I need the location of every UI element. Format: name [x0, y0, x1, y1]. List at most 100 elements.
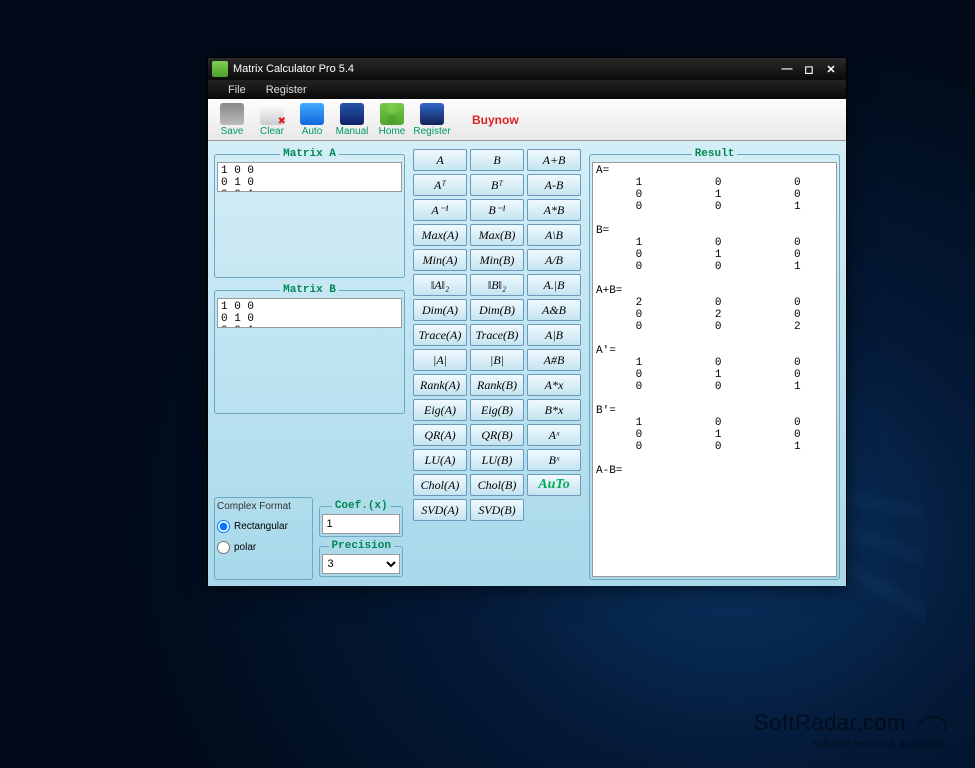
- op-button-5-0[interactable]: ‖A‖₂: [413, 274, 467, 296]
- op-button-12-2[interactable]: Bˣ: [527, 449, 581, 471]
- op-button-13-2[interactable]: AuTo: [527, 474, 581, 496]
- close-button[interactable]: ✕: [820, 61, 842, 77]
- op-button-10-0[interactable]: Eig(A): [413, 399, 467, 421]
- operations-grid: ABA+BAᵀBᵀA-BA⁻¹B⁻¹A*BMax(A)Max(B)A\BMin(…: [413, 149, 581, 521]
- op-button-5-1[interactable]: ‖B‖₂: [470, 274, 524, 296]
- op-button-0-0[interactable]: A: [413, 149, 467, 171]
- watermark-name: SoftRadar.com: [754, 710, 906, 735]
- app-window: Matrix Calculator Pro 5.4 — ◻ ✕ File Reg…: [207, 57, 847, 585]
- watermark: SoftRadar.com Software reviews & downloa…: [754, 710, 947, 750]
- op-button-13-1[interactable]: Chol(B): [470, 474, 524, 496]
- auto-label: Auto: [302, 126, 323, 137]
- op-button-4-2[interactable]: A/B: [527, 249, 581, 271]
- coef-input[interactable]: [322, 514, 400, 534]
- manual-icon: [340, 103, 364, 125]
- precision-legend: Precision: [329, 540, 394, 552]
- manual-label: Manual: [336, 126, 369, 137]
- op-button-8-2[interactable]: A#B: [527, 349, 581, 371]
- coef-fieldset: Coef.(x): [319, 500, 403, 537]
- op-button-2-1[interactable]: B⁻¹: [470, 199, 524, 221]
- buynow-link[interactable]: Buynow: [472, 113, 519, 127]
- op-button-6-1[interactable]: Dim(B): [470, 299, 524, 321]
- op-button-3-1[interactable]: Max(B): [470, 224, 524, 246]
- op-button-9-1[interactable]: Rank(B): [470, 374, 524, 396]
- op-button-8-1[interactable]: |B|: [470, 349, 524, 371]
- coef-precision-panel: Coef.(x) Precision 3: [317, 497, 405, 580]
- op-button-4-0[interactable]: Min(A): [413, 249, 467, 271]
- polar-option[interactable]: polar: [217, 541, 310, 554]
- save-icon: [220, 103, 244, 125]
- register-label: Register: [413, 126, 450, 137]
- complex-format-panel: Complex Format Rectangular polar: [214, 497, 313, 580]
- op-button-13-0[interactable]: Chol(A): [413, 474, 467, 496]
- matrix-b-input[interactable]: 1 0 0 0 1 0 0 0 1: [217, 298, 402, 328]
- op-button-1-2[interactable]: A-B: [527, 174, 581, 196]
- maximize-button[interactable]: ◻: [798, 61, 820, 77]
- minimize-button[interactable]: —: [776, 61, 798, 77]
- op-button-3-0[interactable]: Max(A): [413, 224, 467, 246]
- op-button-9-2[interactable]: A*x: [527, 374, 581, 396]
- op-button-10-1[interactable]: Eig(B): [470, 399, 524, 421]
- op-button-10-2[interactable]: B*x: [527, 399, 581, 421]
- watermark-tagline: Software reviews & downloads: [811, 739, 947, 750]
- op-button-9-0[interactable]: Rank(A): [413, 374, 467, 396]
- coef-legend: Coef.(x): [332, 500, 391, 512]
- rectangular-option[interactable]: Rectangular: [217, 520, 310, 533]
- precision-select[interactable]: 3: [322, 554, 400, 574]
- clear-button[interactable]: Clear: [252, 101, 292, 139]
- content-area: Matrix A 1 0 0 0 1 0 0 0 1 | Matrix B 1 …: [208, 141, 846, 586]
- register-icon: [420, 103, 444, 125]
- matrix-b-panel: Matrix B 1 0 0 0 1 0 0 0 1: [214, 284, 405, 414]
- op-button-6-2[interactable]: A&B: [527, 299, 581, 321]
- op-button-14-1[interactable]: SVD(B): [470, 499, 524, 521]
- app-icon: [212, 61, 228, 77]
- op-button-14-0[interactable]: SVD(A): [413, 499, 467, 521]
- result-legend: Result: [692, 148, 738, 160]
- precision-fieldset: Precision 3: [319, 540, 403, 577]
- op-button-11-1[interactable]: QR(B): [470, 424, 524, 446]
- menu-file[interactable]: File: [218, 82, 256, 98]
- home-label: Home: [379, 126, 406, 137]
- op-button-7-1[interactable]: Trace(B): [470, 324, 524, 346]
- op-button-1-1[interactable]: Bᵀ: [470, 174, 524, 196]
- op-button-0-1[interactable]: B: [470, 149, 524, 171]
- left-column: Matrix A 1 0 0 0 1 0 0 0 1 | Matrix B 1 …: [212, 145, 407, 582]
- result-panel: Result A= 1 0 0 0 1 0 0 0 1 B= 1 0 0 0 1…: [589, 148, 840, 580]
- titlebar[interactable]: Matrix Calculator Pro 5.4 — ◻ ✕: [208, 58, 846, 80]
- op-button-7-2[interactable]: A|B: [527, 324, 581, 346]
- auto-icon: [300, 103, 324, 125]
- right-column: Result A= 1 0 0 0 1 0 0 0 1 B= 1 0 0 0 1…: [587, 145, 842, 582]
- auto-button[interactable]: Auto: [292, 101, 332, 139]
- op-button-12-0[interactable]: LU(A): [413, 449, 467, 471]
- op-button-1-0[interactable]: Aᵀ: [413, 174, 467, 196]
- menu-register[interactable]: Register: [256, 82, 317, 98]
- op-button-4-1[interactable]: Min(B): [470, 249, 524, 271]
- op-button-2-2[interactable]: A*B: [527, 199, 581, 221]
- op-button-11-2[interactable]: Aˣ: [527, 424, 581, 446]
- register-button[interactable]: Register: [412, 101, 452, 139]
- op-button-12-1[interactable]: LU(B): [470, 449, 524, 471]
- radar-icon: [913, 712, 950, 742]
- op-button-6-0[interactable]: Dim(A): [413, 299, 467, 321]
- operations-column: ABA+BAᵀBᵀA-BA⁻¹B⁻¹A*BMax(A)Max(B)A\BMin(…: [407, 145, 587, 582]
- rectangular-radio[interactable]: [217, 520, 230, 533]
- bottom-controls: Complex Format Rectangular polar Coef.(x…: [214, 497, 405, 580]
- polar-radio[interactable]: [217, 541, 230, 554]
- matrix-a-input[interactable]: 1 0 0 0 1 0 0 0 1 |: [217, 162, 402, 192]
- clear-icon: [260, 103, 284, 125]
- op-button-0-2[interactable]: A+B: [527, 149, 581, 171]
- manual-button[interactable]: Manual: [332, 101, 372, 139]
- op-button-3-2[interactable]: A\B: [527, 224, 581, 246]
- op-button-5-2[interactable]: A.|B: [527, 274, 581, 296]
- menubar: File Register: [208, 80, 846, 99]
- matrix-a-legend: Matrix A: [280, 148, 339, 160]
- save-button[interactable]: Save: [212, 101, 252, 139]
- result-output[interactable]: A= 1 0 0 0 1 0 0 0 1 B= 1 0 0 0 1 0 0 0 …: [592, 162, 837, 577]
- toolbar: Save Clear Auto Manual Home Register Buy…: [208, 99, 846, 141]
- op-button-7-0[interactable]: Trace(A): [413, 324, 467, 346]
- save-label: Save: [221, 126, 244, 137]
- op-button-2-0[interactable]: A⁻¹: [413, 199, 467, 221]
- op-button-11-0[interactable]: QR(A): [413, 424, 467, 446]
- op-button-8-0[interactable]: |A|: [413, 349, 467, 371]
- home-button[interactable]: Home: [372, 101, 412, 139]
